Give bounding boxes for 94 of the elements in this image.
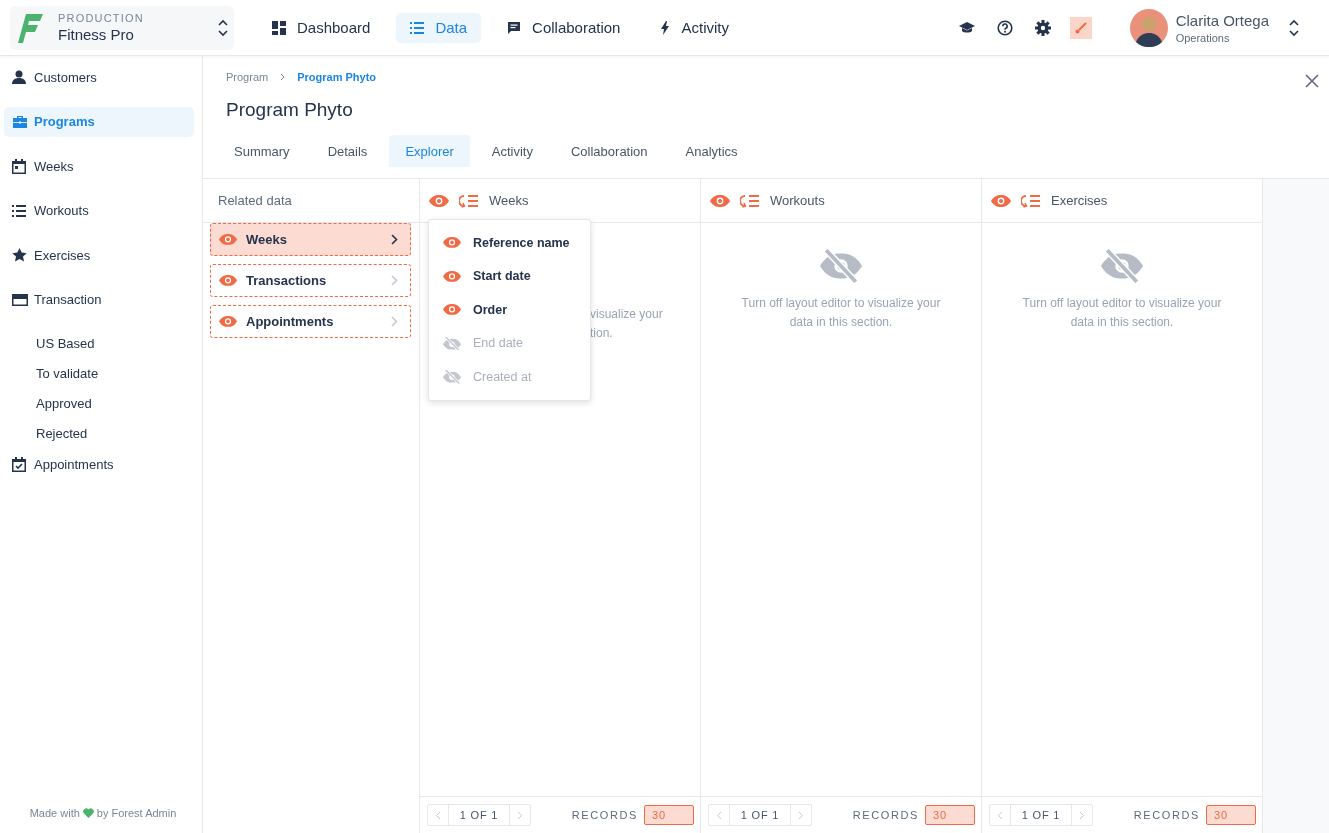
list-toggle-icon[interactable] [459, 193, 479, 208]
close-icon[interactable] [1304, 73, 1320, 89]
avatar-icon [1129, 8, 1168, 47]
nav-tab[interactable]: Dashboard [258, 12, 385, 43]
workspace-switcher[interactable]: PRODUCTION Fitness Pro [10, 5, 234, 50]
empty-state-text: visualize your [590, 306, 663, 323]
sidebar-subitem[interactable]: US Based [4, 329, 202, 359]
nav-tab[interactable]: Activity [646, 12, 743, 43]
sidebar-item[interactable]: Weeks [4, 151, 194, 181]
up-down-chevron-icon[interactable] [218, 18, 228, 37]
field-menu-item[interactable]: Order [429, 293, 590, 327]
dashboard-icon [272, 20, 286, 35]
chevron-left-icon [716, 810, 722, 820]
eye-icon [443, 304, 461, 316]
eye-icon [219, 316, 237, 327]
user-name: Clarita Ortega [1175, 11, 1269, 29]
related-data-heading: Related data [218, 193, 292, 208]
column-title: Exercises [1051, 193, 1108, 208]
records-label: RECORDS [571, 809, 638, 821]
user-team: Operations [1175, 31, 1231, 44]
list-toggle-icon[interactable] [1021, 193, 1041, 208]
record-tab[interactable]: Collaboration [554, 135, 664, 167]
record-tab[interactable]: Analytics [669, 135, 754, 167]
eye-icon [443, 270, 461, 282]
sidebar-item[interactable]: Customers [4, 62, 194, 92]
field-menu-item[interactable]: Reference name [429, 226, 590, 260]
nav-tab[interactable]: Collaboration [493, 12, 635, 43]
list-icon [410, 21, 425, 34]
record-title: Program Phyto [226, 99, 354, 121]
sidebar-subitem[interactable]: To validate [4, 359, 202, 389]
page-indicator: 1 OF 1 [448, 805, 510, 825]
star-icon [12, 248, 27, 262]
breadcrumb-current: Program Phyto [297, 71, 377, 83]
eye-icon [219, 234, 237, 245]
record-tab[interactable]: Activity [475, 135, 549, 167]
calendar-check-icon [12, 456, 26, 472]
environment-label: PRODUCTION [58, 12, 145, 24]
sidebar-subitem[interactable]: Approved [4, 389, 202, 419]
eye-icon [443, 237, 461, 249]
record-tab[interactable]: Details [311, 135, 384, 167]
chevron-right-icon [391, 275, 398, 286]
records-label: RECORDS [852, 809, 919, 821]
card-icon [12, 293, 28, 306]
briefcase-icon [12, 114, 28, 129]
page-indicator: 1 OF 1 [729, 805, 791, 825]
chevron-right-icon [280, 73, 286, 81]
chevron-right-icon [391, 234, 398, 245]
column-title: Workouts [770, 193, 825, 208]
up-down-chevron-icon[interactable] [1289, 18, 1299, 37]
chevron-right-icon [1079, 810, 1085, 820]
project-name: Fitness Pro [58, 26, 135, 43]
records-label: RECORDS [1133, 809, 1200, 821]
list-toggle-icon[interactable] [740, 193, 760, 208]
eye-icon [991, 194, 1011, 207]
brush-icon [1074, 21, 1087, 34]
related-data-item[interactable]: Weeks [210, 223, 411, 256]
sidebar-item[interactable]: Transaction [4, 284, 194, 315]
record-tab[interactable]: Summary [218, 135, 306, 167]
empty-state-text: Turn off layout editor to visualize your data in this section. [741, 295, 941, 331]
eye-off-icon [820, 249, 862, 283]
sidebar-item[interactable]: Appointments [4, 449, 194, 479]
logo-icon [18, 11, 44, 44]
nav-tab[interactable]: Data [396, 12, 482, 43]
chevron-right-icon [798, 810, 804, 820]
sidebar-item[interactable]: Exercises [4, 240, 194, 270]
chevron-right-icon [391, 316, 398, 327]
chevron-right-icon [517, 810, 523, 820]
empty-state-text: Turn off layout editor to visualize your data in this section. [1022, 295, 1222, 331]
related-data-item[interactable]: Appointments [210, 305, 411, 338]
calendar-icon [12, 158, 26, 174]
empty-state-text: tion. [590, 325, 613, 342]
sidebar-subitem[interactable]: Rejected [4, 419, 202, 449]
eye-off-icon [443, 336, 461, 350]
column-title: Weeks [489, 193, 529, 208]
sidebar-item[interactable]: Workouts [4, 195, 194, 226]
layout-editor-button[interactable] [1069, 16, 1092, 39]
chevron-left-icon [435, 810, 441, 820]
field-menu-item[interactable]: Start date [429, 259, 590, 293]
footer-text: Made with [29, 807, 80, 819]
list-icon [12, 204, 26, 217]
related-data-item[interactable]: Transactions [210, 264, 411, 297]
heart-icon [82, 808, 94, 818]
breadcrumb-link[interactable]: Program [226, 71, 269, 83]
eye-icon [219, 275, 237, 286]
eye-icon [429, 194, 449, 207]
bolt-icon [660, 20, 671, 35]
eye-off-icon [1101, 249, 1143, 283]
chat-icon [507, 20, 522, 35]
eye-off-icon [443, 370, 461, 384]
person-icon [12, 70, 26, 84]
page-indicator: 1 OF 1 [1010, 805, 1072, 825]
footer-text: by Forest Admin [96, 807, 177, 819]
eye-icon [710, 194, 730, 207]
chevron-left-icon [997, 810, 1003, 820]
